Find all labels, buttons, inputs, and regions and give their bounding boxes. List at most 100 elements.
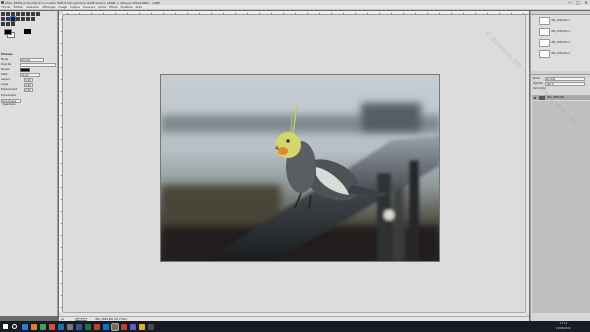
ruler-tick xyxy=(307,12,308,14)
chrome-icon[interactable] xyxy=(40,323,46,330)
move-tool-icon[interactable] xyxy=(1,12,5,16)
ruler-tick xyxy=(60,247,62,248)
ruler-tick xyxy=(139,12,140,14)
size-label: Taille xyxy=(1,73,8,76)
mode-dropdown[interactable]: Normal xyxy=(20,58,44,62)
ruler-tick xyxy=(60,259,62,260)
ruler-tick xyxy=(403,12,404,14)
menu-help[interactable]: Aide xyxy=(134,5,143,10)
task-view-icon[interactable] xyxy=(22,323,28,330)
flip-tool-icon[interactable] xyxy=(36,12,40,16)
ruler-tick xyxy=(151,12,152,14)
edge-icon[interactable] xyxy=(58,323,64,330)
opacity-slider[interactable] xyxy=(20,63,56,67)
toolbox xyxy=(1,12,57,26)
vertical-scrollbar[interactable] xyxy=(525,15,529,312)
left-dock: Pinceau Mode Normal Opacité Brosse Taill… xyxy=(0,11,58,316)
eraser-tool-icon[interactable] xyxy=(16,17,20,21)
menu-edit[interactable]: Édition xyxy=(12,5,25,10)
layers-panel-tabs[interactable] xyxy=(531,71,590,75)
app-icon[interactable] xyxy=(49,323,55,330)
excel-icon[interactable] xyxy=(85,323,91,330)
ruler-tick xyxy=(60,235,62,236)
ruler-tick xyxy=(60,115,62,116)
store-icon[interactable] xyxy=(67,323,73,330)
ruler-tick xyxy=(343,12,344,14)
menu-bar: Fichier Édition Sélection Affichage Imag… xyxy=(0,5,590,10)
menu-colors[interactable]: Couleurs xyxy=(81,5,96,10)
size-field[interactable]: 51,00 xyxy=(20,73,40,77)
lasso-tool-icon[interactable] xyxy=(11,12,15,16)
menu-file[interactable]: Fichier xyxy=(0,5,12,10)
vertical-ruler[interactable] xyxy=(59,15,63,312)
layers-list-area[interactable] xyxy=(532,101,590,313)
fuzzy-select-tool-icon[interactable] xyxy=(16,12,20,16)
angle-label: Angle xyxy=(1,83,9,86)
aspect-label: Aspect xyxy=(1,78,10,81)
menu-tools[interactable]: Outils xyxy=(97,5,108,10)
menu-filters[interactable]: Filtres xyxy=(108,5,119,10)
windows-start-icon[interactable] xyxy=(3,324,8,329)
brush-preview[interactable] xyxy=(24,29,31,34)
bucket-fill-tool-icon[interactable] xyxy=(6,17,10,21)
ruler-tick xyxy=(60,79,62,80)
ruler-tick xyxy=(439,12,440,14)
ruler-tick xyxy=(60,175,62,176)
layer-mode-dropdown[interactable]: Normal xyxy=(545,77,585,81)
spacing-label: Espacement xyxy=(1,88,18,91)
word-icon[interactable] xyxy=(76,323,82,330)
aspect-field[interactable]: 0,00 xyxy=(24,78,33,82)
gimp-taskbar-icon[interactable] xyxy=(111,322,119,331)
eye-icon[interactable] xyxy=(534,96,536,99)
app-icon-4[interactable] xyxy=(148,323,154,330)
layer-opacity-slider[interactable]: 100,0 xyxy=(545,82,585,86)
search-icon[interactable] xyxy=(12,324,17,329)
image-thumbnail-row[interactable]: IMG_2684.JPG-1 xyxy=(533,16,589,26)
ruler-tick xyxy=(415,12,416,14)
horizontal-ruler[interactable] xyxy=(63,11,529,15)
ruler-tick xyxy=(283,12,284,14)
menu-windows[interactable]: Fenêtres xyxy=(119,5,134,10)
paths-tool-icon[interactable] xyxy=(1,22,5,26)
outlook-icon[interactable] xyxy=(103,323,109,330)
image-thumbnail-row[interactable]: IMG_2684.JPG-3 xyxy=(533,38,589,48)
clone-tool-icon[interactable] xyxy=(21,17,25,21)
menu-image[interactable]: Image xyxy=(57,5,69,10)
dodge-tool-icon[interactable] xyxy=(31,17,35,21)
paintbrush-tool-icon[interactable] xyxy=(10,16,16,22)
smudge-tool-icon[interactable] xyxy=(26,17,30,21)
menu-layer[interactable]: Calque xyxy=(69,5,82,10)
ruler-tick xyxy=(60,103,62,104)
app-icon-2[interactable] xyxy=(121,323,127,330)
ruler-tick xyxy=(60,199,62,200)
powerpoint-icon[interactable] xyxy=(94,323,100,330)
image-thumbnail-row[interactable]: IMG_2684.JPG-4 xyxy=(533,49,589,59)
crop-tool-icon[interactable] xyxy=(21,12,25,16)
zoom-tool-icon[interactable] xyxy=(11,22,15,26)
text-tool-icon[interactable] xyxy=(1,17,5,21)
image-canvas[interactable] xyxy=(160,74,440,262)
file-explorer-icon[interactable] xyxy=(31,323,37,330)
layer-row[interactable]: IMG_2684.JPG xyxy=(532,95,590,100)
menu-select[interactable]: Sélection xyxy=(25,5,41,10)
spacing-field[interactable]: 0,00 xyxy=(24,88,33,92)
color-picker-tool-icon[interactable] xyxy=(6,22,10,26)
menu-view[interactable]: Affichage xyxy=(41,5,57,10)
mode-label: Mode xyxy=(1,58,9,61)
rotate-tool-icon[interactable] xyxy=(26,12,30,16)
ruler-tick xyxy=(60,211,62,212)
ruler-tick xyxy=(60,151,62,152)
rect-select-tool-icon[interactable] xyxy=(6,12,10,16)
ruler-tick xyxy=(247,12,248,14)
foreground-color-swatch[interactable] xyxy=(4,29,12,35)
brush-selector[interactable] xyxy=(20,68,30,72)
teams-icon[interactable] xyxy=(130,323,136,330)
warp-tool-icon[interactable] xyxy=(31,12,35,16)
image-thumbnail-row[interactable]: IMG_2684.JPG-2 xyxy=(533,27,589,37)
images-dock-tabs[interactable] xyxy=(531,11,590,15)
dynamics-dropdown[interactable]: Dynamique désactivée xyxy=(1,99,21,106)
ruler-tick xyxy=(60,19,62,20)
app-icon-3[interactable] xyxy=(139,323,145,330)
angle-field[interactable]: 0,00 xyxy=(24,83,33,87)
clock-date[interactable]: 15/05/2018 xyxy=(556,326,570,332)
